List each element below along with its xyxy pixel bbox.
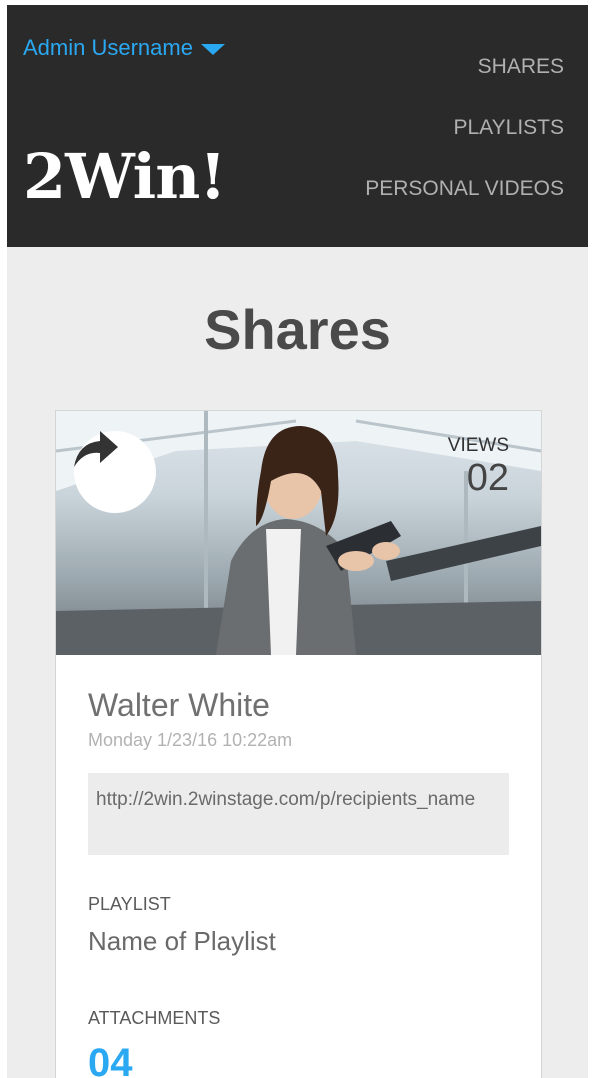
recipient-name: Walter White (88, 687, 270, 723)
views-counter: VIEWS 02 (448, 435, 509, 499)
playlist-name[interactable]: Name of Playlist (88, 925, 509, 957)
share-details: Walter White Monday 1/23/16 10:22am http… (56, 655, 541, 1078)
share-timestamp: Monday 1/23/16 10:22am (88, 730, 293, 750)
share-button[interactable] (74, 431, 156, 513)
share-thumbnail[interactable]: VIEWS 02 (56, 411, 541, 655)
main-nav: SHARES PLAYLISTS PERSONAL VIDEOS (365, 55, 564, 238)
nav-item-playlists[interactable]: PLAYLISTS (365, 116, 565, 140)
nav-item-shares[interactable]: SHARES (365, 55, 564, 79)
user-menu[interactable]: Admin Username (23, 35, 225, 61)
chevron-down-icon (200, 44, 225, 55)
share-arrow-icon (74, 431, 118, 467)
attachments-count: 04 (88, 1041, 133, 1078)
views-count: 02 (466, 457, 509, 499)
nav-item-personal-videos[interactable]: PERSONAL VIDEOS (365, 177, 564, 201)
attachments-label: ATTACHMENTS (88, 1008, 221, 1028)
share-url[interactable]: http://2win.2winstage.com/p/recipients_n… (88, 773, 509, 855)
views-label: VIEWS (447, 435, 509, 456)
page-title: Shares (204, 298, 391, 361)
app-frame: Admin Username 2Win! SHARES PLAYLISTS PE… (7, 5, 588, 1078)
user-menu-label: Admin Username (23, 35, 193, 60)
site-header: Admin Username 2Win! SHARES PLAYLISTS PE… (7, 5, 588, 247)
playlist-label: PLAYLIST (88, 894, 171, 914)
logo[interactable]: 2Win! (23, 137, 227, 217)
share-card[interactable]: VIEWS 02 Walter White Monday 1/23/16 10:… (55, 410, 542, 1078)
